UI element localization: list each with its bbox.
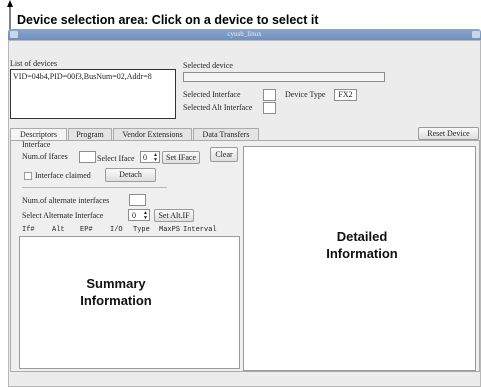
window-menu-icon[interactable] bbox=[10, 31, 18, 38]
selected-device-field bbox=[183, 72, 385, 82]
device-type-field: FX2 bbox=[334, 89, 357, 101]
close-icon[interactable] bbox=[472, 31, 480, 38]
set-alt-if-button[interactable]: Set Alt.IF bbox=[154, 209, 194, 222]
column-header-alt: Alt bbox=[52, 226, 65, 234]
clear-button[interactable]: Clear bbox=[210, 147, 238, 162]
alt-spinbox[interactable]: 0 ▲ ▼ bbox=[128, 209, 150, 221]
num-ifaces-field bbox=[79, 151, 96, 163]
spin-arrows-icon[interactable]: ▲ ▼ bbox=[143, 211, 148, 221]
reset-device-button[interactable]: Reset Device bbox=[418, 127, 479, 140]
spin-arrows-icon[interactable]: ▲ ▼ bbox=[153, 153, 158, 163]
iface-spinbox-value: 0 bbox=[143, 153, 147, 162]
column-header-if: If# bbox=[22, 226, 35, 234]
selected-interface-label: Selected Interface bbox=[183, 90, 241, 99]
device-list-label: List of devices bbox=[10, 59, 58, 68]
interface-claimed-checkbox[interactable] bbox=[24, 172, 32, 180]
alt-spinbox-value: 0 bbox=[132, 211, 136, 220]
tab-program[interactable]: Program bbox=[68, 128, 112, 140]
selected-interface-field bbox=[263, 89, 276, 101]
window-title: cyusb_linux bbox=[227, 30, 262, 38]
column-header-io: I/O bbox=[110, 226, 123, 234]
select-alt-interface-label: Select Alternate Interface bbox=[22, 211, 104, 220]
column-header-interval: Interval bbox=[183, 226, 217, 234]
device-type-label: Device Type bbox=[285, 90, 326, 99]
column-header-maxps: MaxPS bbox=[159, 226, 181, 234]
iface-spinbox[interactable]: 0 ▲ ▼ bbox=[140, 151, 160, 163]
device-area-caption: Device selection area: Click on a device… bbox=[17, 13, 319, 27]
column-header-ep: EP# bbox=[80, 226, 93, 234]
interface-claimed-label: Interface claimed bbox=[35, 171, 91, 180]
selected-alt-interface-label: Selected Alt Interface bbox=[183, 103, 253, 112]
interface-group-title: Interface bbox=[22, 140, 51, 149]
num-alt-interfaces-label: Num.of alternate interfaces bbox=[22, 196, 110, 205]
separator bbox=[22, 187, 167, 188]
column-header-type: Type bbox=[133, 226, 150, 234]
title-bar[interactable]: cyusb_linux bbox=[8, 29, 481, 40]
num-alt-interfaces-field bbox=[129, 194, 146, 206]
annotation-arrow bbox=[5, 0, 15, 32]
detailed-caption: Detailed Information bbox=[326, 229, 398, 261]
select-iface-label: Select Iface bbox=[97, 154, 135, 163]
summary-caption: Summary Information bbox=[80, 276, 152, 308]
num-ifaces-label: Num.of Ifaces bbox=[22, 152, 68, 161]
tab-vendor-extensions[interactable]: Vendor Extensions bbox=[113, 128, 192, 140]
set-iface-button[interactable]: Set IFace bbox=[162, 151, 200, 164]
tab-descriptors[interactable]: Descriptors bbox=[10, 128, 67, 140]
device-list[interactable]: VID=04b4,PID=00f3,BusNum=02,Addr=8 bbox=[10, 69, 176, 119]
device-list-item[interactable]: VID=04b4,PID=00f3,BusNum=02,Addr=8 bbox=[13, 72, 152, 81]
tab-data-transfers[interactable]: Data Transfers bbox=[193, 128, 259, 140]
detach-button[interactable]: Detach bbox=[105, 168, 156, 182]
selected-device-label: Selected device bbox=[183, 61, 233, 70]
selected-alt-interface-field bbox=[263, 102, 276, 114]
